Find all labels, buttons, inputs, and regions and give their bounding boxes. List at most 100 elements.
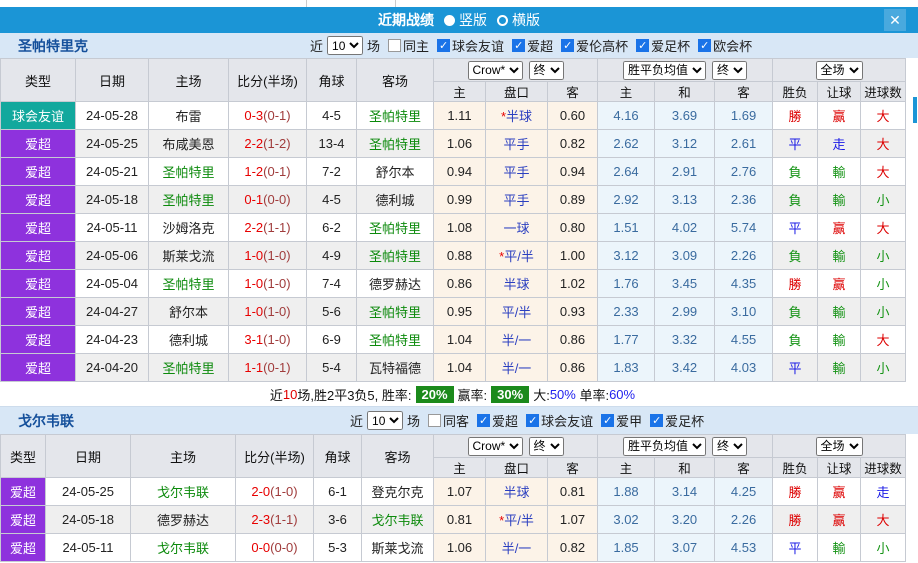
divider xyxy=(395,0,396,7)
match-type-badge: 爱超 xyxy=(1,478,46,506)
halftime-score: (1-0) xyxy=(263,332,290,347)
summary-text: 60% xyxy=(609,387,635,402)
table-row: 爱超24-05-04圣帕特里1-0(1-0)7-4德罗赫达0.86半球1.021… xyxy=(1,270,906,298)
avg-away: 4.25 xyxy=(715,478,773,506)
top-strip xyxy=(0,0,918,7)
match-date: 24-05-06 xyxy=(76,242,149,270)
avg-type-select[interactable]: 胜平负均值 xyxy=(623,61,706,80)
avg-draw: 3.69 xyxy=(655,102,715,130)
result-handicap: 輸 xyxy=(818,354,861,382)
odds-away: 0.82 xyxy=(548,534,598,562)
league-label: 爱足杯 xyxy=(665,411,704,430)
league-label: 球会友谊 xyxy=(452,36,504,55)
handicap: *平/半 xyxy=(486,506,548,534)
match-date: 24-05-25 xyxy=(46,478,131,506)
odds-away: 1.02 xyxy=(548,270,598,298)
league-checkbox[interactable] xyxy=(636,39,649,52)
fulltime-score: 3-1 xyxy=(244,332,263,347)
avg-type-select[interactable]: 胜平负均值 xyxy=(623,437,706,456)
odds-final-select[interactable]: 终 xyxy=(529,437,564,456)
match-date: 24-05-04 xyxy=(76,270,149,298)
header-select-cell: 胜平负均值终 xyxy=(598,59,773,82)
result-goals: 大 xyxy=(861,506,906,534)
avg-away: 4.55 xyxy=(715,326,773,354)
odds-company-select[interactable]: Crow* xyxy=(468,437,523,456)
radio-vertical-label: 竖版 xyxy=(459,10,487,30)
match-count-select[interactable]: 10 xyxy=(327,36,363,55)
column-header: 客 xyxy=(548,458,598,478)
league-checkbox[interactable] xyxy=(437,39,450,52)
odds-company-select[interactable]: Crow* xyxy=(468,61,523,80)
avg-home: 1.83 xyxy=(598,354,655,382)
header-select-cell: Crow* 终 xyxy=(434,435,598,458)
result-goals: 大 xyxy=(861,326,906,354)
same-checkbox[interactable] xyxy=(388,39,401,52)
match-date: 24-04-23 xyxy=(76,326,149,354)
match-date: 24-05-28 xyxy=(76,102,149,130)
league-checkbox[interactable] xyxy=(526,414,539,427)
avg-away: 2.26 xyxy=(715,242,773,270)
odds-home: 1.06 xyxy=(434,130,486,158)
avg-final-select[interactable]: 终 xyxy=(712,61,747,80)
away-team: 圣帕特里 xyxy=(357,242,434,270)
handicap-name: 平手 xyxy=(503,165,529,180)
corner-count: 13-4 xyxy=(307,130,357,158)
close-icon[interactable]: ✕ xyxy=(884,9,906,31)
odds-away: 1.00 xyxy=(548,242,598,270)
match-score: 1-2(0-1) xyxy=(229,158,307,186)
handicap: 半球 xyxy=(486,270,548,298)
odds-final-select[interactable]: 终 xyxy=(529,61,564,80)
handicap: 半/一 xyxy=(486,354,548,382)
handicap: 一球 xyxy=(486,214,548,242)
column-header: 进球数 xyxy=(861,82,906,102)
column-header: 主 xyxy=(434,458,486,478)
league-checkbox[interactable] xyxy=(601,414,614,427)
away-team: 圣帕特里 xyxy=(357,298,434,326)
header-select-cell: 全场 xyxy=(773,435,906,458)
handicap-name: 平/半 xyxy=(504,513,534,528)
match-score: 0-0(0-0) xyxy=(236,534,314,562)
halftime-score: (1-1) xyxy=(270,512,297,527)
league-checkbox[interactable] xyxy=(477,414,490,427)
radio-horizontal-layout[interactable] xyxy=(497,15,508,26)
filter-controls: 近10场同客爱超球会友谊爱甲爱足杯 xyxy=(350,411,704,430)
match-score: 0-3(0-1) xyxy=(229,102,307,130)
scrollbar-thumb[interactable] xyxy=(913,97,917,123)
avg-draw: 3.14 xyxy=(655,478,715,506)
summary-text: 单率: xyxy=(576,385,609,404)
avg-away: 2.61 xyxy=(715,130,773,158)
same-checkbox[interactable] xyxy=(428,414,441,427)
odds-away: 0.82 xyxy=(548,130,598,158)
halftime-score: (0-1) xyxy=(263,164,290,179)
table-row: 爱超24-05-21圣帕特里1-2(0-1)7-2舒尔本0.94平手0.942.… xyxy=(1,158,906,186)
avg-final-select[interactable]: 终 xyxy=(712,437,747,456)
column-header: 主 xyxy=(434,82,486,102)
home-team: 圣帕特里 xyxy=(149,354,229,382)
fulltime-score: 1-0 xyxy=(244,276,263,291)
league-checkbox[interactable] xyxy=(512,39,525,52)
league-checkbox[interactable] xyxy=(650,414,663,427)
league-checkbox[interactable] xyxy=(561,39,574,52)
fulltime-score: 2-0 xyxy=(251,484,270,499)
avg-home: 1.77 xyxy=(598,326,655,354)
scope-select[interactable]: 全场 xyxy=(816,437,863,456)
handicap: 平手 xyxy=(486,186,548,214)
odds-home: 0.81 xyxy=(434,506,486,534)
league-label: 爱超 xyxy=(527,36,553,55)
match-type-badge: 爱超 xyxy=(1,506,46,534)
odds-away: 0.94 xyxy=(548,158,598,186)
column-header: 类型 xyxy=(1,59,76,102)
halftime-score: (1-0) xyxy=(270,484,297,499)
result-goals: 小 xyxy=(861,186,906,214)
summary-text: 大: xyxy=(533,385,550,404)
avg-draw: 3.12 xyxy=(655,130,715,158)
league-checkbox[interactable] xyxy=(698,39,711,52)
avg-home: 2.64 xyxy=(598,158,655,186)
odds-home: 0.95 xyxy=(434,298,486,326)
scope-select[interactable]: 全场 xyxy=(816,61,863,80)
handicap: 平手 xyxy=(486,158,548,186)
match-count-select[interactable]: 10 xyxy=(367,411,403,430)
result-handicap: 輸 xyxy=(818,298,861,326)
result-goals: 小 xyxy=(861,298,906,326)
radio-vertical-layout[interactable] xyxy=(444,15,455,26)
